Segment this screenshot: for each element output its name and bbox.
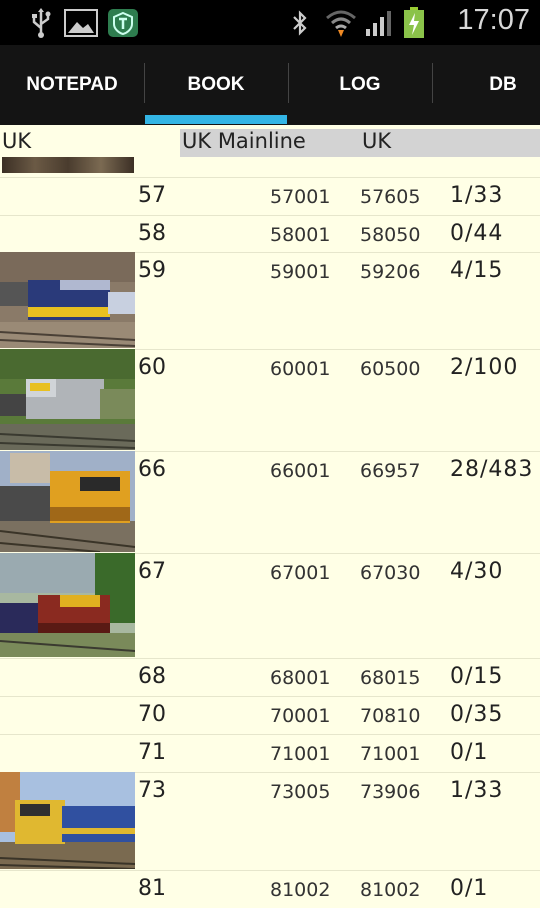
seen-count: 1/33 [450, 778, 504, 803]
tab-db[interactable]: DB [433, 45, 540, 125]
class-number: 71 [138, 740, 166, 765]
first-number: 58001 [270, 224, 331, 246]
first-number: 68001 [270, 667, 331, 689]
last-number: 66957 [360, 460, 421, 482]
seen-count: 4/15 [450, 258, 504, 283]
first-number: 71001 [270, 743, 331, 765]
header-photo-strip [2, 157, 134, 173]
first-number: 70001 [270, 705, 331, 727]
country-label: UK [362, 129, 392, 153]
line-label: UK Mainline [182, 129, 306, 153]
list-item-67[interactable]: 67 67001 67030 4/30 [0, 553, 540, 659]
class-number: 70 [138, 702, 166, 727]
tab-notepad[interactable]: NOTEPAD [0, 45, 144, 125]
last-number: 67030 [360, 562, 421, 584]
list-item-70[interactable]: 70 70001 70810 0/35 [0, 696, 540, 735]
seen-count: 2/100 [450, 355, 519, 380]
list-item-73[interactable]: 73 73005 73906 1/33 [0, 772, 540, 871]
first-number: 73005 [270, 781, 331, 803]
image-icon [64, 8, 98, 38]
list-item-71[interactable]: 71 71001 71001 0/1 [0, 734, 540, 773]
wifi-icon [324, 8, 358, 38]
locomotive-photo [0, 553, 135, 657]
locomotive-photo [0, 349, 135, 450]
first-number: 81002 [270, 879, 331, 901]
tab-book[interactable]: BOOK [145, 45, 287, 125]
last-number: 71001 [360, 743, 421, 765]
seen-count: 1/33 [450, 183, 504, 208]
first-number: 66001 [270, 460, 331, 482]
tab-bar: NOTEPAD BOOK LOG DB [0, 45, 540, 125]
class-number: 57 [138, 183, 166, 208]
list-item-81[interactable]: 81 81002 81002 0/1 [0, 870, 540, 908]
last-number: 68015 [360, 667, 421, 689]
class-number: 66 [138, 457, 166, 482]
seen-count: 0/1 [450, 876, 489, 901]
list-item-59[interactable]: 59 59001 59206 4/15 [0, 252, 540, 350]
seen-count: 0/1 [450, 740, 489, 765]
last-number: 81002 [360, 879, 421, 901]
signal-icon [363, 8, 395, 38]
list-item-58[interactable]: 58 58001 58050 0/44 [0, 215, 540, 253]
region-label: UK [2, 129, 32, 153]
last-number: 73906 [360, 781, 421, 803]
first-number: 60001 [270, 358, 331, 380]
class-number: 81 [138, 876, 166, 901]
selected-tab-indicator [145, 115, 287, 124]
battery-charging-icon [401, 7, 427, 38]
locomotive-photo [0, 451, 135, 552]
clock: 17:07 [457, 4, 530, 36]
last-number: 57605 [360, 186, 421, 208]
first-number: 59001 [270, 261, 331, 283]
first-number: 57001 [270, 186, 331, 208]
list-item-68[interactable]: 68 68001 68015 0/15 [0, 658, 540, 697]
locomotive-photo [0, 252, 135, 348]
class-number: 68 [138, 664, 166, 689]
list-item-60[interactable]: 60 60001 60500 2/100 [0, 349, 540, 452]
seen-count: 0/44 [450, 221, 504, 246]
seen-count: 28/483 [450, 457, 534, 482]
locomotive-photo [0, 772, 135, 869]
usb-icon [28, 8, 54, 38]
list-item-66[interactable]: 66 66001 66957 28/483 [0, 451, 540, 554]
class-number: 67 [138, 559, 166, 584]
list-header: UK UK Mainline UK [0, 125, 540, 178]
class-number: 73 [138, 778, 166, 803]
seen-count: 4/30 [450, 559, 504, 584]
last-number: 59206 [360, 261, 421, 283]
seen-count: 0/15 [450, 664, 504, 689]
last-number: 70810 [360, 705, 421, 727]
shield-app-icon [107, 8, 139, 38]
tab-log[interactable]: LOG [289, 45, 431, 125]
last-number: 58050 [360, 224, 421, 246]
seen-count: 0/35 [450, 702, 504, 727]
class-number: 58 [138, 221, 166, 246]
class-number: 59 [138, 258, 166, 283]
list-item-57[interactable]: 57 57001 57605 1/33 [0, 177, 540, 216]
status-bar: 17:07 [0, 0, 540, 45]
bluetooth-icon [289, 8, 311, 38]
last-number: 60500 [360, 358, 421, 380]
first-number: 67001 [270, 562, 331, 584]
class-list[interactable]: UK UK Mainline UK 57 57001 57605 1/33 58… [0, 125, 540, 901]
class-number: 60 [138, 355, 166, 380]
